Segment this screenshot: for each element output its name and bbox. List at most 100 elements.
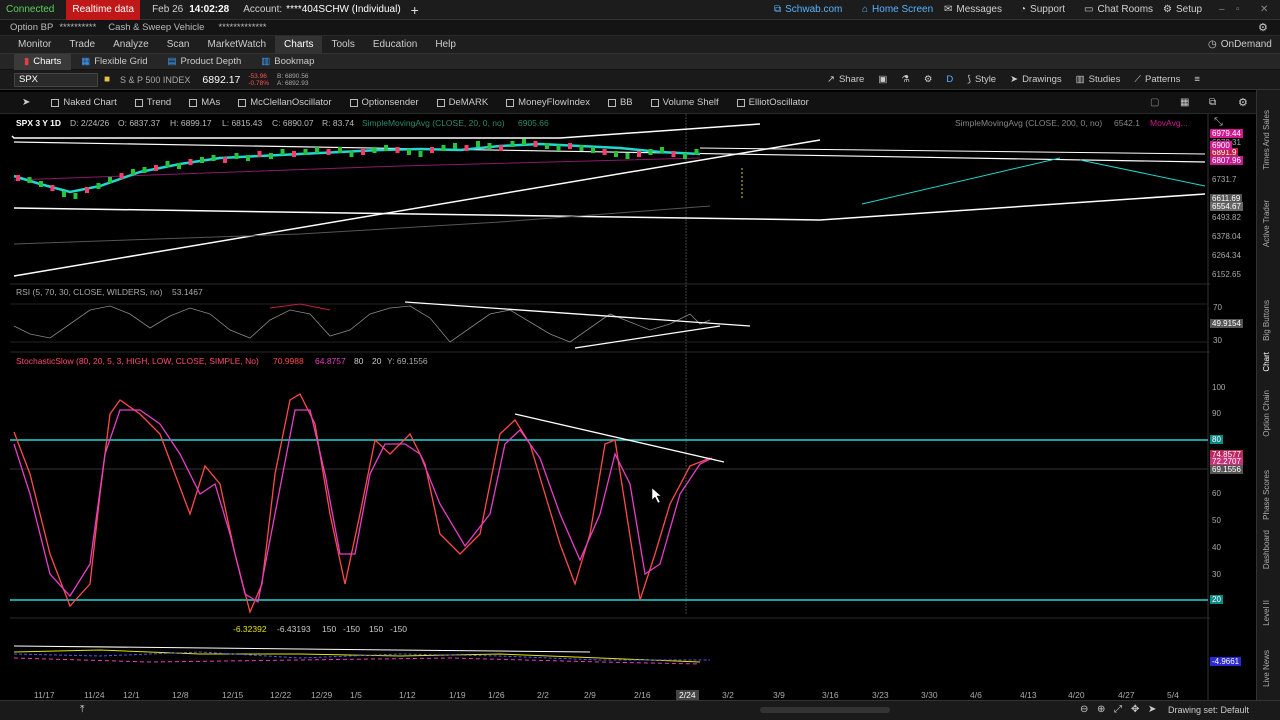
right-tab-phase-scores[interactable]: Phase Scores xyxy=(1262,470,1271,520)
sync-icon[interactable]: ⧉ xyxy=(1209,97,1216,108)
tab-bookmap[interactable]: ▥ Bookmap xyxy=(251,54,324,70)
right-tab-big-buttons[interactable]: Big Buttons xyxy=(1262,300,1271,341)
pan-icon[interactable]: ✥ xyxy=(1131,704,1139,715)
pin-icon[interactable]: ➤ xyxy=(22,97,30,108)
candle xyxy=(545,143,549,149)
layout-single-icon[interactable]: ▢ xyxy=(1150,97,1159,108)
add-account-icon[interactable]: + xyxy=(411,2,419,18)
study-elliotoscillator[interactable]: ElliotOscillator xyxy=(728,97,818,108)
close-icon[interactable]: ✕ xyxy=(1260,4,1268,15)
style-button[interactable]: ⟆ Style xyxy=(960,74,1003,85)
layout-grid-icon[interactable]: ▦ xyxy=(1180,97,1189,108)
candle xyxy=(384,145,388,151)
menu-trade[interactable]: Trade xyxy=(60,36,104,54)
menu-analyze[interactable]: Analyze xyxy=(104,36,158,54)
price-panel[interactable] xyxy=(11,123,1206,277)
restore-icon[interactable]: ▫ xyxy=(1236,4,1240,15)
lock-icon[interactable]: ■ xyxy=(104,74,110,85)
support-button[interactable]: ◔ Support xyxy=(1020,4,1065,15)
study-naked-chart[interactable]: Naked Chart xyxy=(42,97,125,108)
drawing-set-label[interactable]: Drawing set: Default xyxy=(1168,705,1249,715)
rsi-label[interactable]: RSI (5, 70, 30, CLOSE, WILDERS, no) xyxy=(16,287,162,297)
menu-education[interactable]: Education xyxy=(364,36,426,54)
study-demark[interactable]: DeMARK xyxy=(428,97,498,108)
account-selector[interactable]: ****404SCHW (Individual) xyxy=(286,4,401,15)
stoch-ytick: 50 xyxy=(1212,516,1221,525)
candle xyxy=(246,155,250,161)
chart-canvas[interactable] xyxy=(0,114,1256,700)
menu-charts[interactable]: Charts xyxy=(275,35,323,54)
home-screen-link[interactable]: ⌂ Home Screen xyxy=(862,4,933,15)
menu-help[interactable]: Help xyxy=(426,36,465,54)
setup-button[interactable]: ⚙ Setup xyxy=(1163,4,1202,15)
tab-product-depth[interactable]: ▤ Product Depth xyxy=(158,54,252,70)
study-bb[interactable]: BB xyxy=(599,97,642,108)
collapse-icon[interactable]: ⤡ xyxy=(1214,116,1223,129)
study-mcclellanoscillator[interactable]: McClellanOscillator xyxy=(229,97,340,108)
rsi-ytick-70: 70 xyxy=(1213,303,1222,312)
fit-icon[interactable]: ⤢ xyxy=(1114,704,1122,715)
screenshot-icon[interactable]: ▣ xyxy=(871,74,894,85)
chart-area[interactable] xyxy=(0,114,1256,700)
stoch-label[interactable]: StochasticSlow (80, 20, 5, 3, HIGH, LOW,… xyxy=(16,356,259,366)
rsi-badge: 49.9154 xyxy=(1210,319,1243,328)
chat-rooms-button[interactable]: ▭ Chat Rooms xyxy=(1084,4,1153,15)
right-tab-times-and-sales[interactable]: Times And Sales xyxy=(1262,110,1271,170)
schwab-link[interactable]: ⧉ Schwab.com xyxy=(774,4,842,15)
candle xyxy=(349,151,354,157)
rsi-panel[interactable] xyxy=(10,301,1208,349)
sma200-label[interactable]: SimpleMovingAvg (CLOSE, 200, 0, no) xyxy=(955,118,1102,128)
study-mas[interactable]: MAs xyxy=(180,97,229,108)
study-trend[interactable]: Trend xyxy=(126,97,180,108)
study-optionsender[interactable]: Optionsender xyxy=(341,97,428,108)
right-tab-dashboard[interactable]: Dashboard xyxy=(1262,530,1271,569)
tab-charts[interactable]: ▮ Charts xyxy=(14,53,72,70)
ondemand-button[interactable]: ◷ OnDemand xyxy=(1208,39,1272,50)
movavg-label[interactable]: MovAvg... xyxy=(1150,118,1188,128)
right-tab-active-trader[interactable]: Active Trader xyxy=(1262,200,1271,247)
menu-monitor[interactable]: Monitor xyxy=(9,36,60,54)
share-button[interactable]: ↗ Share xyxy=(820,74,871,85)
messages-button[interactable]: ✉ Messages xyxy=(944,4,1002,15)
menu-marketwatch[interactable]: MarketWatch xyxy=(199,36,276,54)
menu-icon[interactable]: ≡ xyxy=(1187,74,1207,85)
osc-value-1: -6.32392 xyxy=(233,624,267,634)
study-icon xyxy=(349,98,358,107)
patterns-button[interactable]: ⟋ Patterns xyxy=(1127,74,1187,85)
right-tab-option-chain[interactable]: Option Chain xyxy=(1262,390,1271,437)
patterns-icon: ⟋ xyxy=(1134,74,1141,85)
right-tab-level-ii[interactable]: Level II xyxy=(1262,600,1271,626)
candle xyxy=(522,139,526,145)
gear-icon[interactable]: ⚙ xyxy=(917,74,940,85)
right-tab-live-news[interactable]: Live News xyxy=(1262,650,1271,687)
study-volume-shelf[interactable]: Volume Shelf xyxy=(642,97,728,108)
symbol-input[interactable]: SPX xyxy=(14,72,98,87)
chart-settings-gear-icon[interactable]: ⚙ xyxy=(1238,96,1248,109)
stochastic-panel[interactable] xyxy=(10,393,1208,615)
expand-icon[interactable]: ⤒ xyxy=(80,704,84,715)
settings-gear-icon[interactable]: ⚙ xyxy=(1258,21,1268,34)
menu-scan[interactable]: Scan xyxy=(158,36,199,54)
menu-tools[interactable]: Tools xyxy=(322,36,363,54)
pointer-icon[interactable]: ➤ xyxy=(1148,704,1156,715)
drawings-button[interactable]: ➤ Drawings xyxy=(1003,74,1069,85)
zoom-out-icon[interactable]: ⊖ xyxy=(1080,704,1088,715)
depth-icon: ▤ xyxy=(167,56,177,67)
study-moneyflowindex[interactable]: MoneyFlowIndex xyxy=(497,97,599,108)
candle xyxy=(96,183,101,189)
oscillator-panel[interactable] xyxy=(13,645,710,665)
flask-icon[interactable]: ⚗ xyxy=(894,74,917,85)
studies-button[interactable]: ▥ Studies xyxy=(1069,74,1128,85)
clock-icon: ◷ xyxy=(1208,39,1217,50)
horizontal-scrollbar[interactable] xyxy=(760,707,890,713)
tab-flexible-grid[interactable]: ▦ Flexible Grid xyxy=(71,54,157,70)
percent-change: -0.78% xyxy=(248,79,269,87)
right-tab-chart[interactable]: Chart xyxy=(1262,352,1271,372)
zoom-in-icon[interactable]: ⊕ xyxy=(1097,704,1105,715)
aggregation-button[interactable]: D xyxy=(939,74,960,85)
x-tick: 12/1 xyxy=(123,690,140,700)
minimize-icon[interactable]: – xyxy=(1219,4,1225,15)
candle xyxy=(568,143,572,149)
sma20-label[interactable]: SimpleMovingAvg (CLOSE, 20, 0, no) xyxy=(362,118,505,128)
price-ytick: 6152.65 xyxy=(1212,270,1241,279)
